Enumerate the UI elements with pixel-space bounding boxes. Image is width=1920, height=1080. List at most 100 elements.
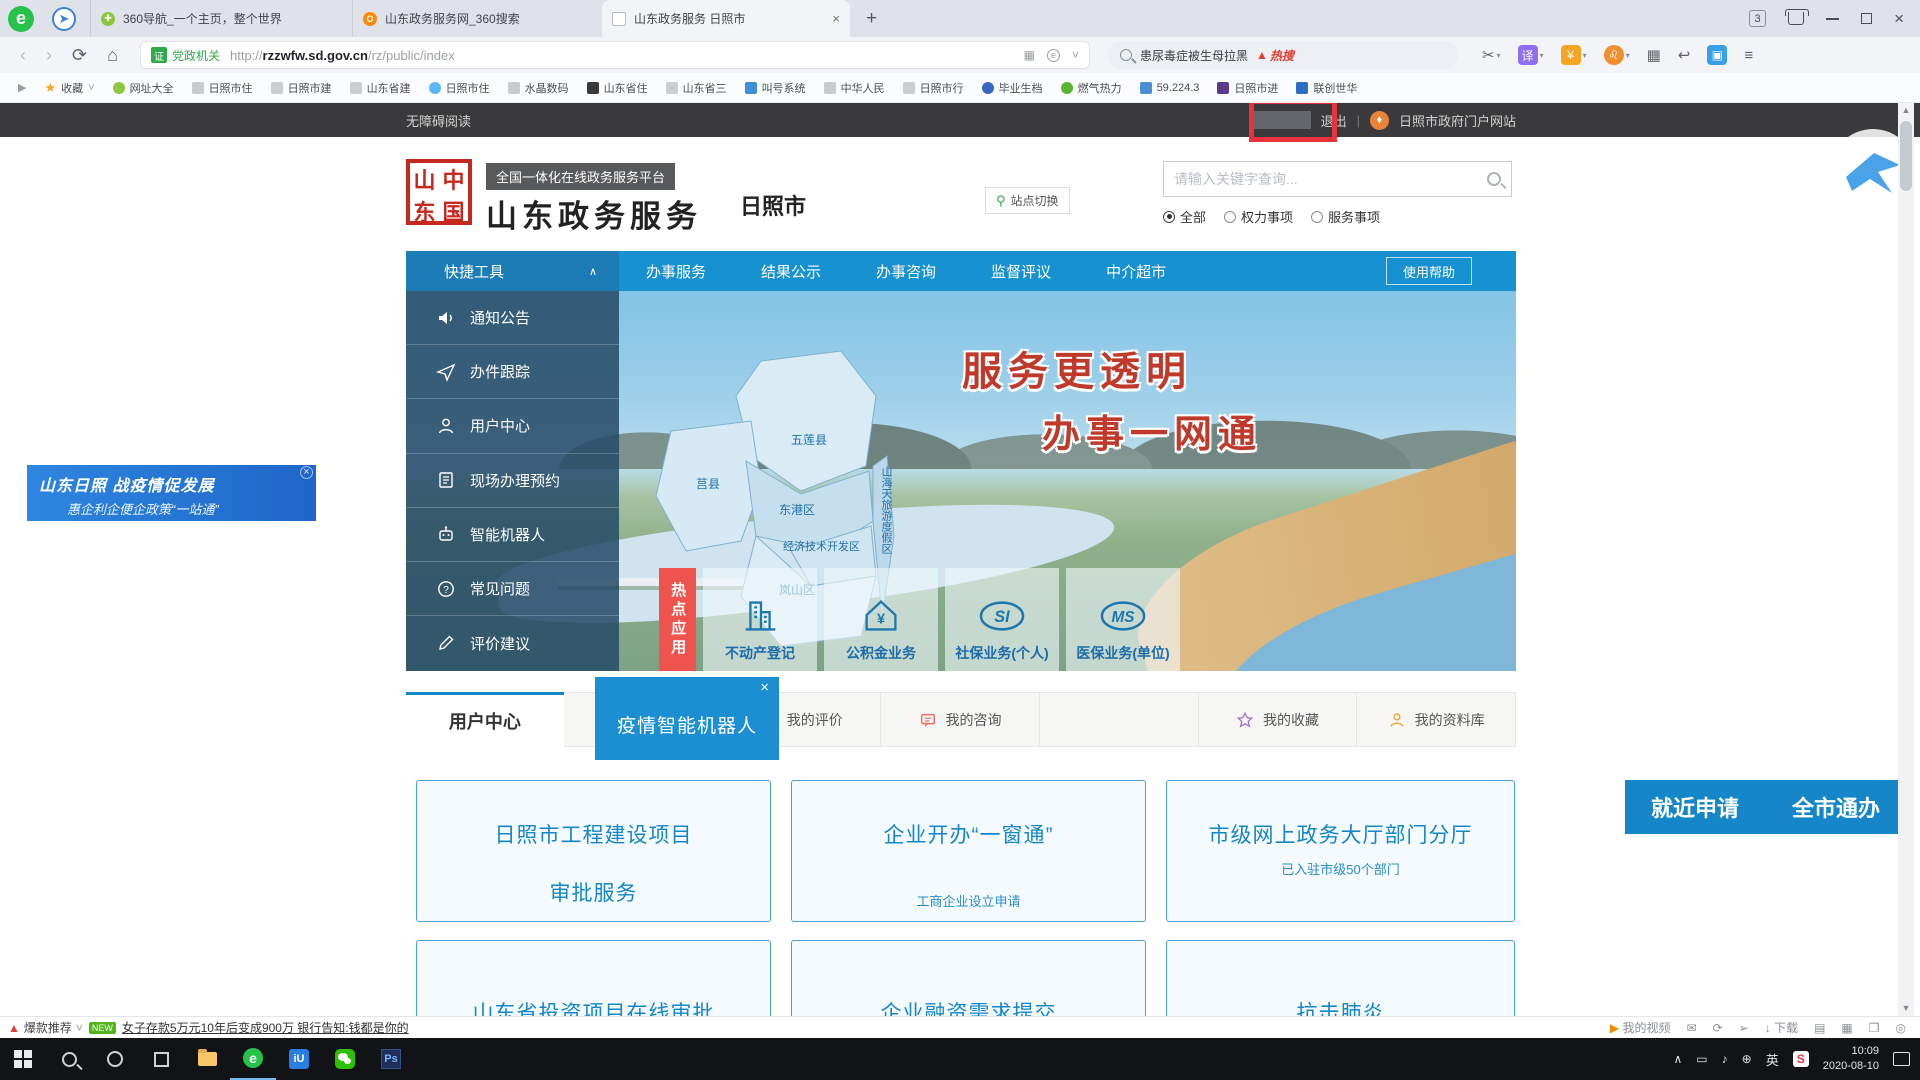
addr-caret-icon[interactable]: ˅ [1072,48,1079,62]
translate-icon[interactable]: 译▾ [1518,45,1544,65]
bookmark-item[interactable]: 日照市进 [1217,80,1278,96]
hot-app-real-estate[interactable]: 不动产登记 [703,568,817,671]
nav-item-intermediary[interactable]: 中介超市 [1106,261,1166,282]
quick-tools-header[interactable]: 快捷工具 ∧ [406,251,619,291]
nav-item-results[interactable]: 结果公示 [761,261,821,282]
bookmark-item[interactable]: 山东省三 [666,80,727,96]
cortana-button[interactable] [92,1038,138,1080]
bookmark-item[interactable]: 日照市建 [271,80,332,96]
menu-icon[interactable]: ≡ [1744,47,1753,64]
address-bar[interactable]: 证 党政机关 http://rzzwfw.sd.gov.cn/rz/public… [140,41,1090,69]
multi-window-icon[interactable]: ▦ [1841,1021,1852,1035]
screenshot-scissors-icon[interactable]: ✂▾ [1482,46,1501,64]
bookmark-item[interactable]: 日照市住 [192,80,253,96]
radio-all[interactable]: 全部 [1163,207,1206,226]
menu-item-user-center[interactable]: 用户中心 [406,399,619,453]
menu-item-smart-robot[interactable]: 智能机器人 [406,508,619,562]
download-link[interactable]: ↓ 下载 [1765,1019,1798,1036]
ad-close-icon[interactable]: × [300,466,313,479]
card-fight-pneumonia[interactable]: 抗击肺炎 [1166,940,1515,1016]
home-button[interactable]: ⌂ [107,45,118,66]
menu-item-faq[interactable]: ? 常见问题 [406,562,619,616]
language-indicator[interactable]: 英 [1766,1050,1779,1069]
new-tab-button[interactable]: + [866,8,877,30]
card-construction-approval[interactable]: 日照市工程建设项目 审批服务 [416,780,771,922]
clipboard-panel-icon[interactable]: ▤ [1814,1021,1825,1035]
wallet-icon[interactable]: ¥▾ [1561,45,1587,65]
bookmark-item[interactable]: 毕业生档 [982,80,1043,96]
radio-service-items[interactable]: 服务事项 [1311,207,1380,226]
browser-tab-3-active[interactable]: 山东政务服务 日照市 × [602,0,850,37]
card-enterprise-window[interactable]: 企业开办“一窗通” 工商企业设立申请 [791,780,1146,922]
file-explorer-icon[interactable] [184,1038,230,1080]
apps-grid-icon[interactable]: ▦ [1647,46,1661,64]
chat-bubble-icon[interactable]: ✉ [1687,1021,1697,1035]
menu-item-notices[interactable]: 通知公告 [406,291,619,345]
site-search-input[interactable]: 请输入关键字查询... [1163,161,1512,197]
nearby-apply-button[interactable]: 就近申请 全市通办 [1625,780,1906,834]
page-scrollbar[interactable]: ▲ ▼ [1898,103,1914,1016]
nav-item-supervise[interactable]: 监督评议 [991,261,1051,282]
cert-label[interactable]: 党政机关 [172,47,220,64]
bookmark-item[interactable]: 中华人民 [824,80,885,96]
browser-tab-2[interactable]: O 山东政务服务网_360搜索 [352,0,600,37]
navigator-icon[interactable]: ➤ [52,7,76,31]
tray-display-icon[interactable]: ▭ [1696,1052,1707,1066]
help-button[interactable]: 使用帮助 [1386,257,1472,285]
news-headline-link[interactable]: 女子存款5万元10年后变成900万 银行告知:钱都是你的 [122,1019,409,1036]
card-financing-request[interactable]: 企业融资需求提交 [791,940,1146,1016]
menu-item-feedback[interactable]: 评价建议 [406,616,619,670]
bookmark-item[interactable]: 日照市住 [429,80,490,96]
portal-link[interactable]: 日照市政府门户网站 [1399,111,1516,130]
undo-icon[interactable]: ↩ [1678,46,1691,64]
start-button[interactable] [0,1038,46,1080]
quick-search-text[interactable]: 患尿毒症被生母拉黑 [1140,47,1248,64]
refresh-circle-icon[interactable]: ⟳ [1713,1021,1723,1035]
rocket-icon[interactable]: ➢ [1739,1021,1749,1035]
browser-360-icon[interactable]: e [230,1038,276,1080]
bookmark-item[interactable]: 联创世华 [1296,80,1357,96]
nav-item-consult[interactable]: 办事咨询 [876,261,936,282]
reco-caret-icon[interactable]: ˅ [76,1021,83,1035]
tab-my-consult[interactable]: 我的咨询 [881,692,1040,747]
addr-reader-icon[interactable]: e [1047,49,1060,62]
minimize-button[interactable] [1826,18,1839,20]
close-icon[interactable]: × [760,679,769,696]
task-view-button[interactable] [138,1038,184,1080]
tab-my-documents[interactable]: 我的资料库 [1357,692,1516,747]
wechat-icon[interactable] [322,1038,368,1080]
menu-item-tracking[interactable]: 办件跟踪 [406,345,619,399]
browser-tab-1[interactable]: ✚ 360导航_一个主页，整个世界 [90,0,338,37]
refresh-button[interactable]: ⟳ [72,45,87,66]
zoom-page-icon[interactable]: ◎ [1896,1021,1906,1035]
tray-expand-icon[interactable]: ∧ [1674,1052,1683,1066]
maximize-button[interactable] [1861,13,1872,24]
accessibility-link[interactable]: 无障碍阅读 [406,111,471,130]
tab-user-center[interactable]: 用户中心 [406,692,564,747]
scroll-up-arrow[interactable]: ▲ [1898,103,1914,118]
bookmark-item[interactable]: 燃气热力 [1061,80,1122,96]
close-window-button[interactable]: × [1894,9,1904,29]
quick-search-box[interactable]: 患尿毒症被生母拉黑 ▲热搜 [1108,41,1458,69]
tray-volume-icon[interactable]: ♪ [1722,1052,1728,1066]
forward-button[interactable]: › [46,45,52,66]
iu-app-icon[interactable]: iU [276,1038,322,1080]
bookmark-item[interactable]: 山东省建 [350,80,411,96]
bookmark-item[interactable]: 日照市行 [903,80,964,96]
addr-grid-icon[interactable]: ▦ [1024,48,1035,62]
tray-network-icon[interactable]: ⊕ [1742,1052,1752,1066]
card-dept-halls[interactable]: 市级网上政务大厅部门分厅 已入驻市级50个部门 [1166,780,1515,922]
game-lion-icon[interactable]: ♌▾ [1604,45,1630,65]
scrollbar-thumb[interactable] [1900,121,1912,191]
tab-close-icon[interactable]: × [832,11,840,26]
scroll-down-arrow[interactable]: ▼ [1898,1001,1914,1016]
favorites-menu[interactable]: ★ 收藏 ˅ [44,80,94,96]
clock[interactable]: 10:09 2020-08-10 [1823,1044,1879,1074]
radio-power-items[interactable]: 权力事项 [1224,207,1293,226]
hot-search-label[interactable]: 热搜 [1270,47,1294,64]
my-videos-link[interactable]: ▶ 我的视频 [1610,1019,1671,1036]
browser-logo-icon[interactable]: e [8,6,34,32]
theme-skin-icon[interactable] [1788,12,1804,25]
tab-count-badge[interactable]: 3 [1749,10,1766,27]
bookmark-item[interactable]: 水晶数码 [508,80,569,96]
